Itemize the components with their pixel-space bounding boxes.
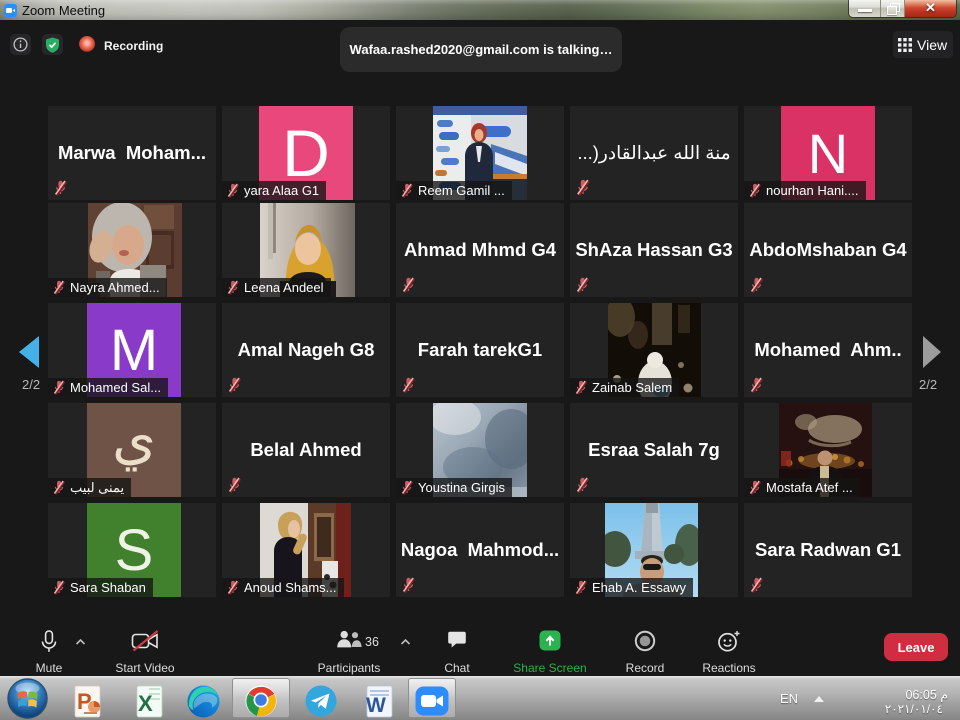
svg-text:P: P	[77, 689, 92, 714]
svg-text:W: W	[366, 694, 386, 717]
svg-text:X: X	[138, 691, 153, 716]
